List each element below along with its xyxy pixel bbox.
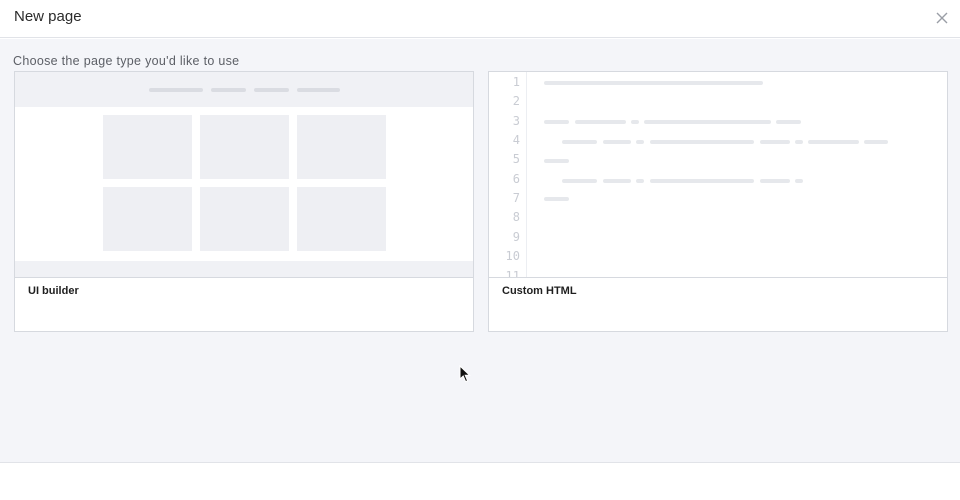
code-placeholder [544, 81, 763, 85]
code-placeholder [795, 140, 803, 144]
close-button[interactable] [932, 8, 952, 28]
grid-tile [297, 187, 386, 251]
line-number: 3 [512, 114, 520, 128]
dialog-title: New page [14, 8, 82, 25]
code-placeholder [544, 159, 569, 163]
preview-footer-bar [15, 261, 473, 277]
code-placeholder [603, 179, 631, 183]
code-placeholder [631, 120, 639, 124]
line-number-gutter: 1 2 3 4 5 6 7 8 9 10 11 [489, 72, 527, 278]
code-editor-preview: 1 2 3 4 5 6 7 8 9 10 11 [489, 72, 947, 278]
code-placeholder [795, 179, 803, 183]
nav-placeholder [297, 88, 340, 92]
nav-placeholder [254, 88, 289, 92]
grid-tile [297, 115, 386, 179]
line-number: 10 [505, 249, 520, 263]
ui-builder-label: UI builder [28, 285, 79, 297]
code-placeholder [650, 179, 754, 183]
code-placeholder [776, 120, 801, 124]
code-placeholder [562, 179, 597, 183]
custom-html-label: Custom HTML [502, 285, 577, 297]
code-placeholder [603, 140, 631, 144]
line-number: 8 [512, 210, 520, 224]
dialog-header: New page [0, 0, 960, 38]
close-icon[interactable] [936, 12, 948, 24]
grid-tile [200, 115, 289, 179]
preview-nav-bar [15, 72, 473, 107]
line-number: 1 [512, 75, 520, 89]
dialog-body: Choose the page type you'd like to use U… [0, 39, 960, 462]
line-number: 7 [512, 191, 520, 205]
code-placeholder [575, 120, 626, 124]
code-placeholder [636, 140, 644, 144]
ui-builder-option[interactable]: UI builder [14, 71, 474, 332]
code-placeholder [544, 120, 569, 124]
ui-builder-preview [15, 72, 473, 278]
code-placeholder [760, 179, 790, 183]
grid-tile [200, 187, 289, 251]
grid-tile [103, 187, 192, 251]
line-number: 2 [512, 94, 520, 108]
code-placeholder [644, 120, 771, 124]
code-placeholder [636, 179, 644, 183]
code-placeholder [864, 140, 888, 144]
code-placeholder [562, 140, 597, 144]
code-placeholder [650, 140, 754, 144]
code-placeholder [808, 140, 859, 144]
custom-html-option[interactable]: 1 2 3 4 5 6 7 8 9 10 11 Custom HTML [488, 71, 948, 332]
code-placeholder [760, 140, 790, 144]
grid-tile [103, 115, 192, 179]
line-number: 9 [512, 230, 520, 244]
line-number: 4 [512, 133, 520, 147]
page-type-prompt: Choose the page type you'd like to use [13, 54, 240, 68]
dialog-footer [0, 462, 960, 500]
mouse-cursor-icon [459, 365, 471, 383]
line-number: 11 [505, 269, 520, 278]
nav-placeholder [211, 88, 246, 92]
line-number: 5 [512, 152, 520, 166]
code-placeholder [544, 197, 569, 201]
line-number: 6 [512, 172, 520, 186]
nav-placeholder [149, 88, 203, 92]
